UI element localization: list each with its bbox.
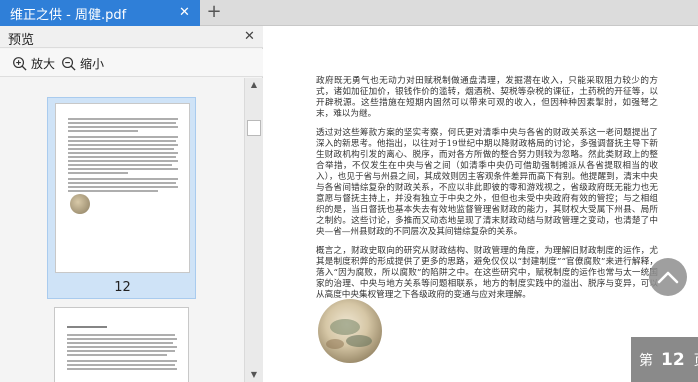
zoom-out-label: 缩小	[80, 56, 105, 71]
zoom-out-button[interactable]: 缩小	[61, 54, 104, 72]
page-indicator-number: 12	[661, 349, 685, 370]
preview-sidebar: 预览 ✕ 放大 缩小 12 ▲ ▼	[0, 26, 263, 382]
document-tab[interactable]: 维正之供 - 周健.pdf ✕	[0, 0, 200, 26]
document-page: 政府既无勇气也无动力对田赋税制做通盘清理，发掘潜在收入，只能采取阻力较少的方式，…	[316, 76, 658, 307]
tab-bar: 维正之供 - 周健.pdf ✕ +	[0, 0, 698, 26]
document-paragraph: 政府既无勇气也无动力对田赋税制做通盘清理，发掘潜在收入，只能采取阻力较少的方式，…	[316, 76, 658, 119]
scrollbar-thumb[interactable]	[247, 120, 261, 136]
page-indicator-suffix: 页	[694, 350, 698, 370]
zoom-in-button[interactable]: 放大	[12, 54, 55, 72]
zoom-toolbar: 放大 缩小	[0, 49, 263, 77]
landscape-painting-image	[318, 299, 382, 363]
scroll-to-top-button[interactable]	[649, 258, 687, 296]
page-thumbnail-selected[interactable]: 12	[47, 97, 196, 299]
chevron-up-icon	[657, 271, 679, 284]
scroll-up-icon[interactable]: ▲	[245, 78, 263, 92]
new-tab-button[interactable]: +	[205, 3, 223, 21]
zoom-in-label: 放大	[31, 56, 56, 71]
document-paragraph: 透过对这些筹款方案的坚实考察，何氏更对清季中央与各省的财政关系这一老问题提出了深…	[316, 128, 658, 237]
document-paragraph: 概言之，财政史取向的研究从财政结构、财政管理的角度，为理解旧财政制度的运作，尤其…	[316, 246, 658, 300]
preview-close-icon[interactable]: ✕	[244, 29, 255, 44]
scroll-down-icon[interactable]: ▼	[245, 368, 263, 382]
zoom-in-icon	[13, 56, 27, 71]
document-view[interactable]: 政府既无勇气也无动力对田赋税制做通盘清理，发掘潜在收入，只能采取阻力较少的方式，…	[264, 26, 698, 382]
thumbnail-scrollbar[interactable]: ▲ ▼	[244, 78, 263, 382]
thumbnail-list: 12	[0, 78, 244, 382]
page-thumbnail-image	[55, 103, 190, 273]
zoom-out-icon	[62, 56, 76, 71]
page-indicator: 第 12 页	[631, 337, 698, 382]
tab-close-icon[interactable]: ✕	[177, 5, 192, 20]
thumbnail-page-number: 12	[114, 280, 131, 295]
preview-title: 预览	[8, 33, 35, 48]
preview-header: 预览 ✕	[0, 26, 263, 48]
page-thumbnail-next[interactable]	[54, 307, 189, 382]
page-indicator-prefix: 第	[639, 352, 653, 369]
tab-title: 维正之供 - 周健.pdf	[10, 7, 127, 23]
